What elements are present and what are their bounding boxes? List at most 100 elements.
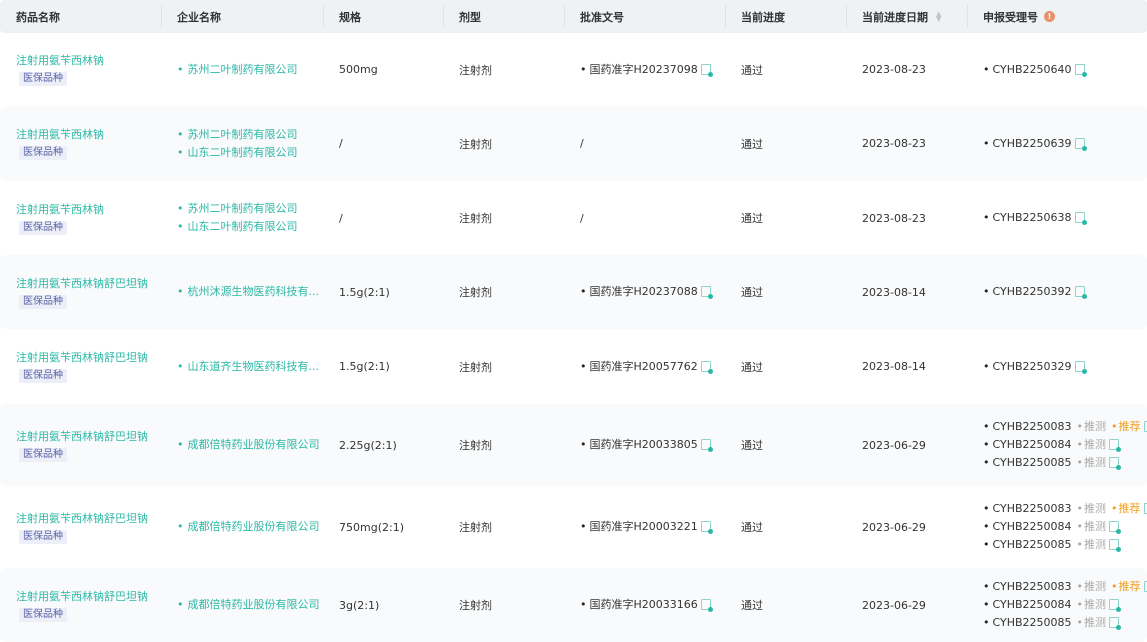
accept-item: CYHB2250085 推测: [983, 454, 1147, 472]
progress-cell: 通过: [741, 286, 763, 299]
drug-name-link[interactable]: 注射用氨苄西林钠舒巴坦钠: [16, 589, 161, 604]
infer-label: 推测: [1077, 420, 1107, 433]
company-link[interactable]: 山东二叶制药有限公司: [177, 144, 323, 162]
approval-cell: /: [564, 137, 725, 150]
document-icon[interactable]: [1109, 539, 1122, 552]
accept-number: CYHB2250083: [992, 502, 1072, 515]
spec-cell: 750mg(2:1): [339, 520, 404, 534]
sort-icon[interactable]: ▲ ▼: [936, 10, 941, 22]
accept-item: CYHB2250640: [983, 61, 1147, 79]
spec-cell: 1.5g(2:1): [339, 285, 390, 299]
drug-name-link[interactable]: 注射用氨苄西林钠舒巴坦钠: [16, 429, 161, 444]
accept-item: CYHB2250392: [983, 283, 1147, 301]
date-cell: 2023-08-23: [862, 211, 926, 225]
progress-cell: 通过: [741, 137, 763, 151]
document-icon[interactable]: [1109, 599, 1122, 612]
drug-cell: 注射用氨苄西林钠 医保品种: [0, 53, 161, 86]
document-icon[interactable]: [1143, 581, 1147, 592]
document-icon[interactable]: [1074, 137, 1087, 151]
company-link[interactable]: 成都倍特药业股份有限公司: [177, 596, 323, 614]
form-cell: 注射剂: [459, 439, 492, 452]
approval-cell: 国药准字H20237098: [564, 61, 725, 79]
header-date[interactable]: 当前进度日期 ▲ ▼: [846, 0, 967, 33]
company-link[interactable]: 山东道齐生物医药科技有...: [177, 358, 323, 376]
company-cell: 苏州二叶制药有限公司山东二叶制药有限公司: [161, 200, 323, 236]
accept-number: CYHB2250083: [992, 580, 1072, 593]
form-cell: 注射剂: [459, 360, 492, 374]
company-link[interactable]: 成都倍特药业股份有限公司: [177, 518, 323, 536]
approval-cell: 国药准字H20033805: [564, 436, 725, 454]
accept-number: CYHB2250640: [992, 62, 1072, 76]
approval-cell: 国药准字H20057762: [564, 358, 725, 376]
info-icon[interactable]: !: [1044, 11, 1055, 22]
document-icon[interactable]: [1074, 286, 1087, 299]
document-icon[interactable]: [700, 63, 713, 77]
progress-cell: 通过: [741, 212, 763, 225]
document-icon[interactable]: [700, 521, 713, 534]
drug-name-link[interactable]: 注射用氨苄西林钠: [16, 53, 161, 68]
infer-label: 推测: [1077, 580, 1107, 593]
table-row: 注射用氨苄西林钠医保品种苏州二叶制药有限公司山东二叶制药有限公司/注射剂/通过2…: [0, 181, 1147, 255]
company-link[interactable]: 苏州二叶制药有限公司: [177, 61, 323, 79]
date-cell: 2023-08-14: [862, 360, 926, 373]
document-icon[interactable]: [1143, 503, 1147, 514]
infer-label: 推测: [1077, 538, 1107, 551]
approval-cell: 国药准字H20237088: [564, 283, 725, 301]
form-cell: 注射剂: [459, 286, 492, 299]
document-icon[interactable]: [700, 286, 713, 299]
document-icon[interactable]: [1109, 521, 1122, 534]
insurance-tag: 医保品种: [19, 72, 67, 86]
document-icon[interactable]: [700, 599, 713, 612]
company-cell: 成都倍特药业股份有限公司: [161, 596, 323, 614]
form-cell: 注射剂: [459, 212, 492, 225]
date-cell: 2023-08-23: [862, 63, 926, 76]
spec-cell: 1.5g(2:1): [339, 360, 390, 373]
company-link[interactable]: 杭州沐源生物医药科技有...: [177, 283, 323, 301]
company-cell: 山东道齐生物医药科技有...: [161, 358, 323, 376]
accept-number: CYHB2250084: [992, 598, 1072, 611]
company-link[interactable]: 成都倍特药业股份有限公司: [177, 436, 323, 454]
date-cell: 2023-08-14: [862, 285, 926, 299]
drug-name-link[interactable]: 注射用氨苄西林钠: [16, 202, 161, 217]
drug-name-link[interactable]: 注射用氨苄西林钠舒巴坦钠: [16, 511, 161, 526]
drug-cell: 注射用氨苄西林钠舒巴坦钠 医保品种: [0, 350, 161, 383]
accept-item: CYHB2250329: [983, 358, 1147, 376]
document-icon[interactable]: [1143, 421, 1147, 432]
company-link[interactable]: 苏州二叶制药有限公司: [177, 126, 323, 144]
approval-item: 国药准字H20057762: [580, 358, 725, 376]
company-cell: 成都倍特药业股份有限公司: [161, 436, 323, 454]
document-icon[interactable]: [700, 360, 713, 374]
company-cell: 杭州沐源生物医药科技有...: [161, 283, 323, 301]
drug-name-link[interactable]: 注射用氨苄西林钠舒巴坦钠: [16, 276, 161, 291]
header-company: 企业名称: [161, 0, 323, 33]
drug-name-link[interactable]: 注射用氨苄西林钠: [16, 127, 161, 142]
accept-cell: CYHB2250639: [967, 135, 1147, 153]
accept-item: CYHB2250085 推测: [983, 614, 1147, 632]
company-cell: 成都倍特药业股份有限公司: [161, 518, 323, 536]
recommend-label: 推荐: [1111, 580, 1141, 593]
company-link[interactable]: 山东二叶制药有限公司: [177, 218, 323, 236]
progress-cell: 通过: [741, 63, 763, 77]
accept-cell: CYHB2250083推测推荐CYHB2250084推测CYHB2250085推…: [967, 578, 1147, 632]
drug-name-link[interactable]: 注射用氨苄西林钠舒巴坦钠: [16, 350, 161, 365]
accept-item: CYHB2250085 推测: [983, 536, 1147, 554]
document-icon[interactable]: [1109, 457, 1122, 470]
document-icon[interactable]: [1074, 63, 1087, 77]
accept-item: CYHB2250084 推测: [983, 518, 1147, 536]
recommend-label: 推荐: [1111, 420, 1141, 433]
company-link[interactable]: 苏州二叶制药有限公司: [177, 200, 323, 218]
document-icon[interactable]: [700, 439, 713, 452]
document-icon[interactable]: [1074, 212, 1087, 225]
approval-number: 国药准字H20033166: [589, 598, 698, 611]
accept-item: CYHB2250638: [983, 209, 1147, 227]
document-icon[interactable]: [1109, 439, 1122, 452]
insurance-tag: 医保品种: [19, 220, 67, 235]
header-accept-no: 申报受理号!: [967, 0, 1147, 33]
spec-cell: 2.25g(2:1): [339, 438, 397, 452]
table-header: 药品名称 企业名称 规格 剂型 批准文号 当前进度 当前进度日期 ▲ ▼ 申报受理号…: [0, 0, 1147, 33]
accept-number: CYHB2250085: [992, 538, 1072, 551]
accept-cell: CYHB2250083推测推荐CYHB2250084推测CYHB2250085推…: [967, 500, 1147, 554]
accept-item: CYHB2250639: [983, 135, 1147, 153]
document-icon[interactable]: [1074, 360, 1087, 374]
document-icon[interactable]: [1109, 617, 1122, 630]
